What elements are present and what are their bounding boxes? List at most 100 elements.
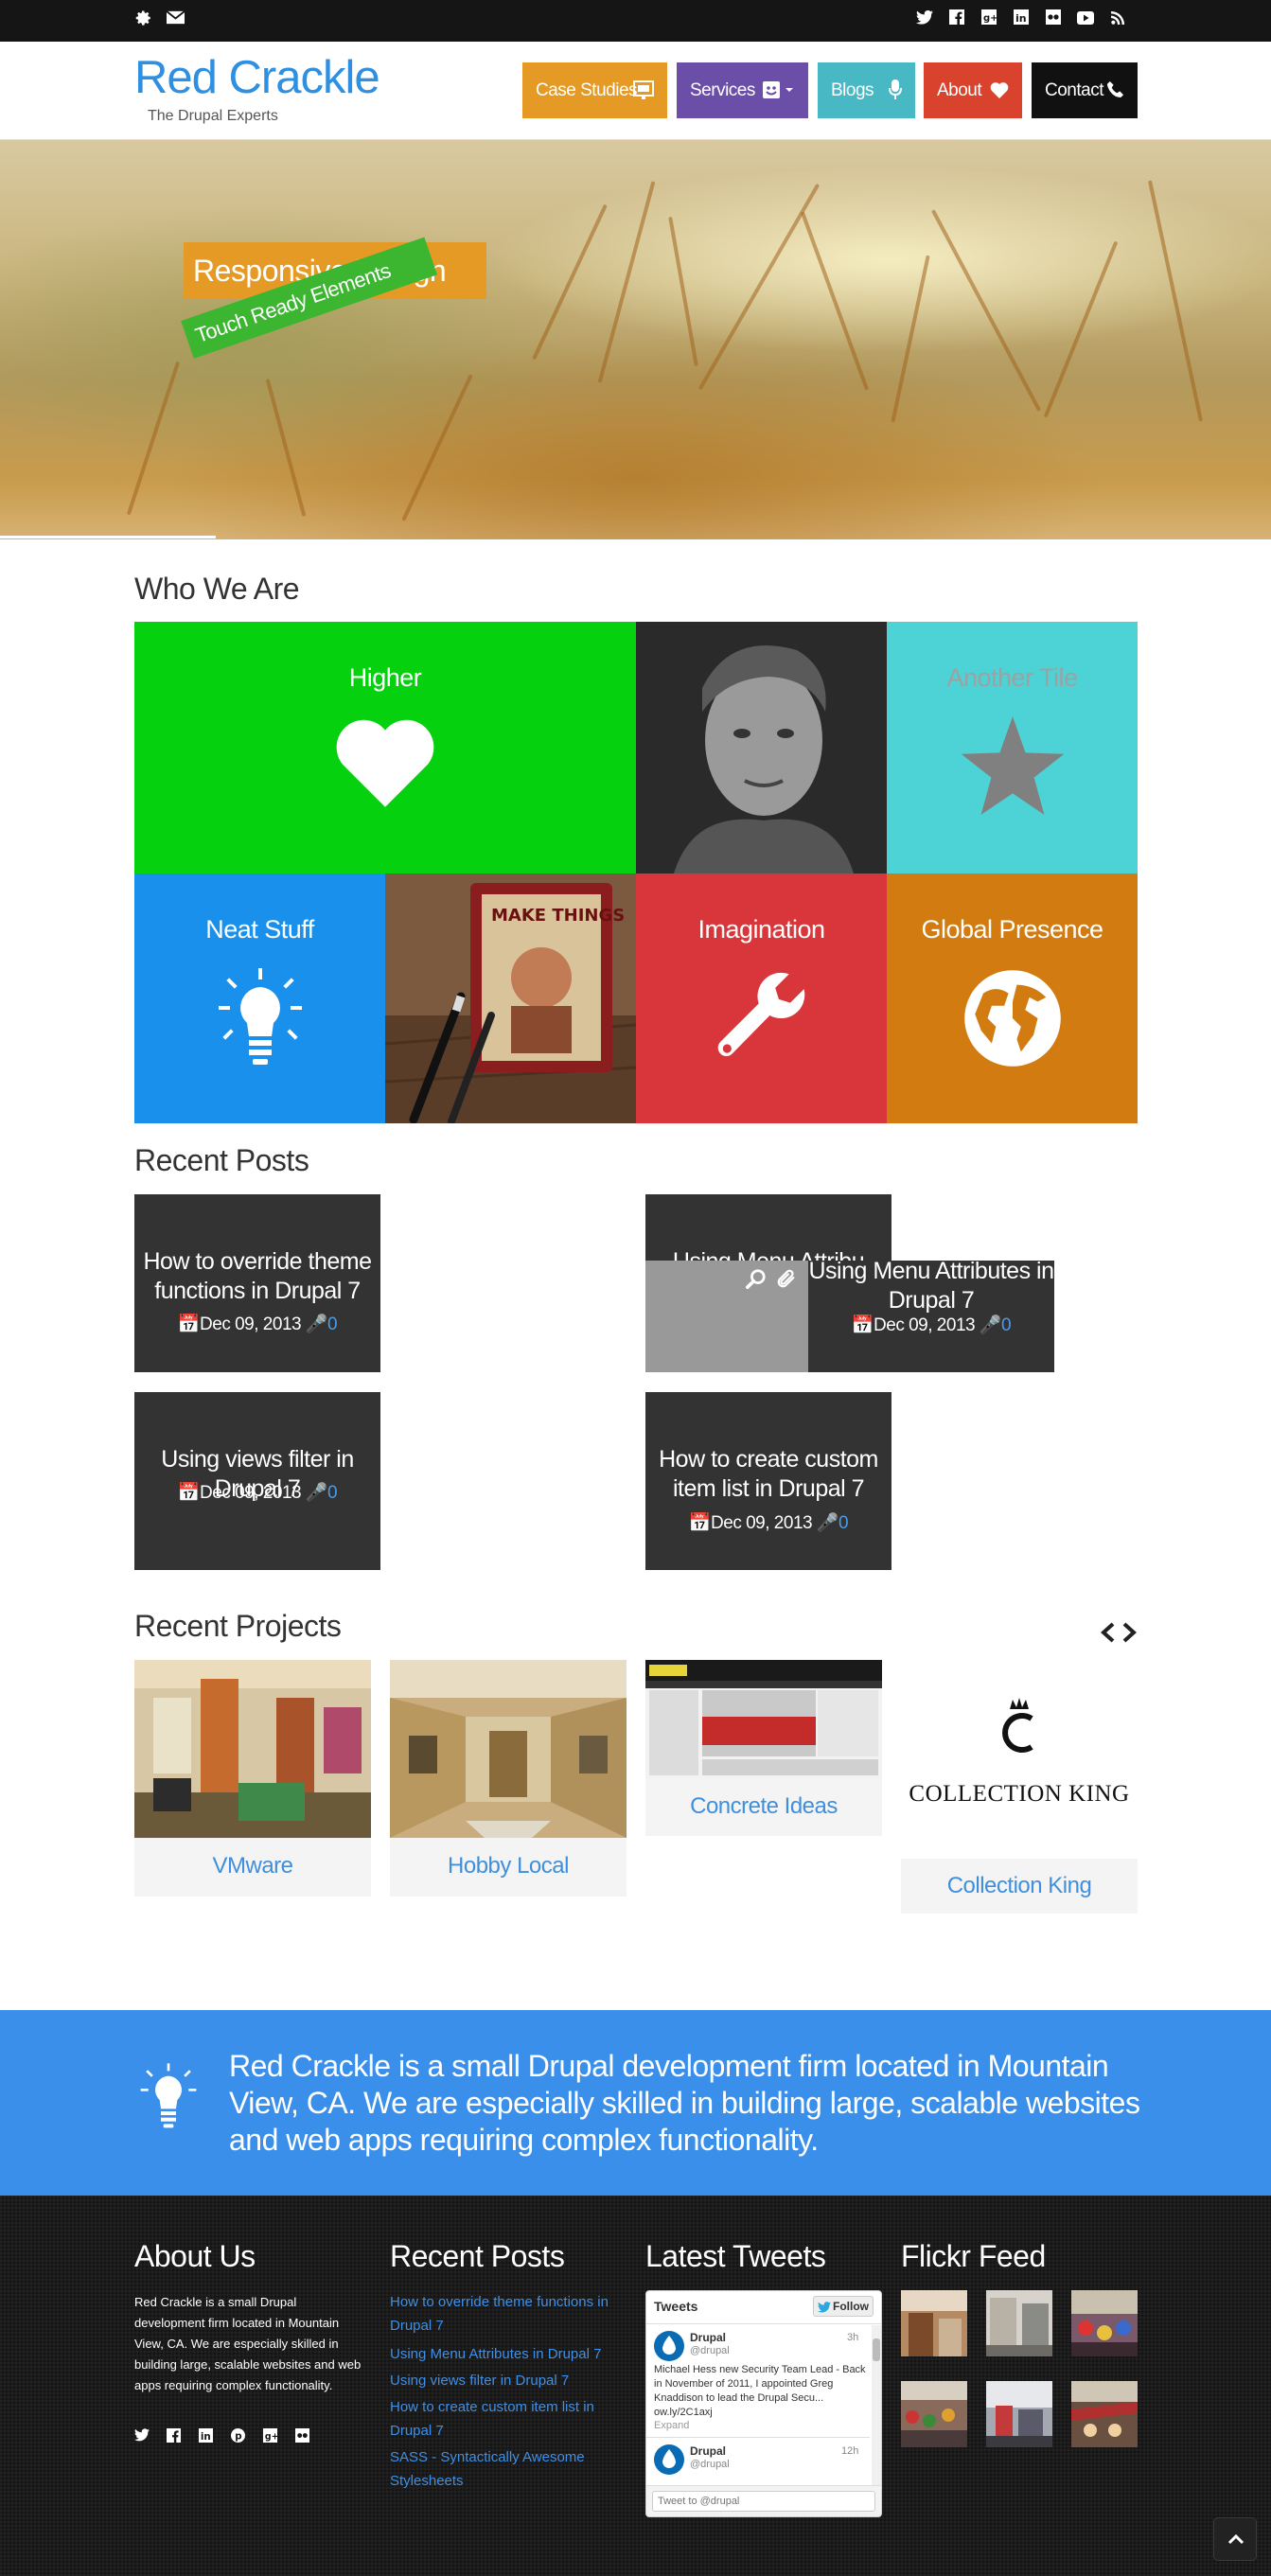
linkedin-icon[interactable]: in	[199, 2428, 213, 2447]
recent-posts-heading: Recent Posts	[134, 1143, 309, 1177]
nav-label: Blogs	[831, 80, 874, 100]
comment-count[interactable]: 0	[839, 1513, 849, 1533]
search-icon[interactable]	[746, 1268, 767, 1295]
footer-post-link[interactable]: How to create custom item list in Drupal…	[390, 2395, 627, 2443]
project-label[interactable]: Collection King	[901, 1873, 1138, 1899]
tile-product-photo[interactable]: MAKE THINGS	[385, 873, 636, 1123]
tweet-author[interactable]: Drupal	[690, 2331, 726, 2344]
nav-case-studies[interactable]: Case Studies	[522, 62, 667, 118]
flickr-thumbnail[interactable]	[901, 2381, 967, 2447]
tile-global-presence[interactable]: Global Presence	[887, 873, 1138, 1123]
calendar-icon: 📅	[688, 1513, 712, 1533]
comment-count[interactable]: 0	[327, 1314, 338, 1334]
project-card[interactable]: Hobby Local	[390, 1660, 627, 1897]
twitter-widget[interactable]: Tweets Follow Drupal @drupal 3h Michael …	[645, 2290, 882, 2517]
paperclip-icon[interactable]	[776, 1268, 797, 1294]
twitter-icon	[818, 2300, 831, 2319]
project-image: COLLECTION KING	[901, 1660, 1138, 1859]
follow-button[interactable]: Follow	[813, 2296, 874, 2317]
post-title: Using Menu Attributes in Drupal 7	[808, 1258, 1054, 1314]
site-footer: About Us Red Crackle is a small Drupal d…	[0, 2196, 1271, 2576]
google-plus-icon[interactable]: g+	[263, 2428, 278, 2447]
microphone-icon	[889, 62, 902, 123]
flickr-thumbnail[interactable]	[1071, 2381, 1138, 2447]
footer-recent-posts-heading: Recent Posts	[390, 2239, 565, 2273]
microphone-icon: 🎤	[305, 1483, 328, 1503]
post-card-back[interactable]: Using Menu Attribu	[645, 1194, 891, 1261]
project-card[interactable]: Concrete Ideas	[645, 1660, 882, 1836]
nav-services[interactable]: Services	[677, 62, 808, 118]
nav-label: Contact	[1045, 80, 1103, 100]
flickr-icon[interactable]	[1043, 9, 1064, 30]
globe-icon	[962, 968, 1063, 1073]
footer-post-link[interactable]: How to override theme functions in Drupa…	[390, 2290, 627, 2338]
footer-post-link[interactable]: Using views filter in Drupal 7	[390, 2369, 627, 2392]
twitter-icon[interactable]	[134, 2428, 150, 2446]
tweet-compose-input[interactable]	[652, 2491, 875, 2512]
heart-icon	[990, 62, 1009, 121]
footer-post-link[interactable]: Using Menu Attributes in Drupal 7	[390, 2342, 627, 2366]
facebook-icon[interactable]	[946, 9, 967, 30]
rss-icon[interactable]	[1107, 9, 1128, 30]
twitter-icon[interactable]	[914, 9, 935, 30]
comment-count[interactable]: 0	[1001, 1315, 1012, 1335]
tile-neat-stuff[interactable]: Neat Stuff	[134, 873, 385, 1123]
svg-text:p: p	[235, 2431, 241, 2443]
flickr-thumbnail[interactable]	[986, 2290, 1052, 2356]
svg-text:in: in	[201, 2431, 211, 2443]
product-image: MAKE THINGS	[385, 873, 636, 1123]
post-card[interactable]: How to create custom item list in Drupal…	[645, 1392, 891, 1570]
post-card[interactable]: Using Menu Attributes in Drupal 7 📅Dec 0…	[808, 1258, 1054, 1372]
tweet-author[interactable]: Drupal	[690, 2444, 726, 2458]
tile-higher[interactable]: Higher	[134, 622, 636, 873]
project-label[interactable]: Concrete Ideas	[645, 1793, 882, 1820]
tile-imagination[interactable]: Imagination	[636, 873, 887, 1123]
tile-portrait-photo[interactable]	[636, 622, 887, 873]
envelope-icon[interactable]	[165, 9, 185, 30]
back-to-top-button[interactable]	[1213, 2517, 1257, 2561]
carousel-prev-button[interactable]	[1100, 1622, 1117, 1648]
project-card[interactable]: COLLECTION KING Collection King	[901, 1660, 1138, 1915]
post-date: Dec 09, 2013	[200, 1314, 302, 1334]
project-card[interactable]: VMware	[134, 1660, 371, 1897]
carousel-next-button[interactable]	[1121, 1622, 1138, 1648]
tile-another-tile[interactable]: Another Tile	[887, 622, 1138, 873]
flickr-thumbnail[interactable]	[1071, 2290, 1138, 2356]
portrait-image	[636, 622, 887, 873]
post-hover-overlay[interactable]	[645, 1261, 808, 1372]
phone-icon	[1106, 62, 1124, 121]
flickr-thumbnail[interactable]	[986, 2381, 1052, 2447]
nav-blogs[interactable]: Blogs	[818, 62, 915, 118]
comment-count[interactable]: 0	[327, 1483, 338, 1503]
pinterest-icon[interactable]: p	[231, 2428, 245, 2447]
tweet-expand-link[interactable]: Expand	[654, 2420, 689, 2431]
nav-label: About	[937, 80, 982, 100]
post-card[interactable]: Using views filter in Drupal 7 📅Dec 09, …	[134, 1392, 380, 1570]
avatar[interactable]	[654, 2444, 684, 2475]
project-label[interactable]: VMware	[134, 1853, 371, 1879]
hero-slider[interactable]: Responsive Design Touch Ready Elements	[0, 140, 1271, 539]
avatar[interactable]	[654, 2331, 684, 2361]
top-bar: g+ in	[0, 0, 1271, 42]
site-logo[interactable]: Red Crackle	[134, 51, 380, 104]
slider-progress-bar	[0, 536, 216, 538]
facebook-icon[interactable]	[167, 2428, 181, 2447]
tweets-scrollbar[interactable]	[872, 2325, 881, 2486]
nav-contact[interactable]: Contact	[1032, 62, 1138, 118]
project-label[interactable]: Hobby Local	[390, 1853, 627, 1879]
gear-icon[interactable]	[133, 9, 154, 30]
post-card[interactable]: How to override theme functions in Drupa…	[134, 1194, 380, 1372]
linkedin-icon[interactable]: in	[1011, 9, 1032, 30]
google-plus-icon[interactable]: g+	[979, 9, 999, 30]
nav-label: Case Studies	[536, 80, 638, 100]
nav-about[interactable]: About	[924, 62, 1022, 118]
tweets-header: Tweets	[654, 2299, 698, 2314]
tile-label: Global Presence	[921, 915, 1103, 944]
post-title: How to create custom item list in Drupal…	[659, 1446, 878, 1502]
post-date: Dec 09, 2013	[200, 1483, 302, 1503]
flickr-thumbnail[interactable]	[901, 2290, 967, 2356]
tile-label: Another Tile	[946, 663, 1078, 692]
flickr-icon[interactable]	[295, 2428, 309, 2447]
youtube-icon[interactable]	[1075, 9, 1096, 30]
footer-post-link[interactable]: SASS - Syntactically Awesome Stylesheets	[390, 2445, 627, 2493]
